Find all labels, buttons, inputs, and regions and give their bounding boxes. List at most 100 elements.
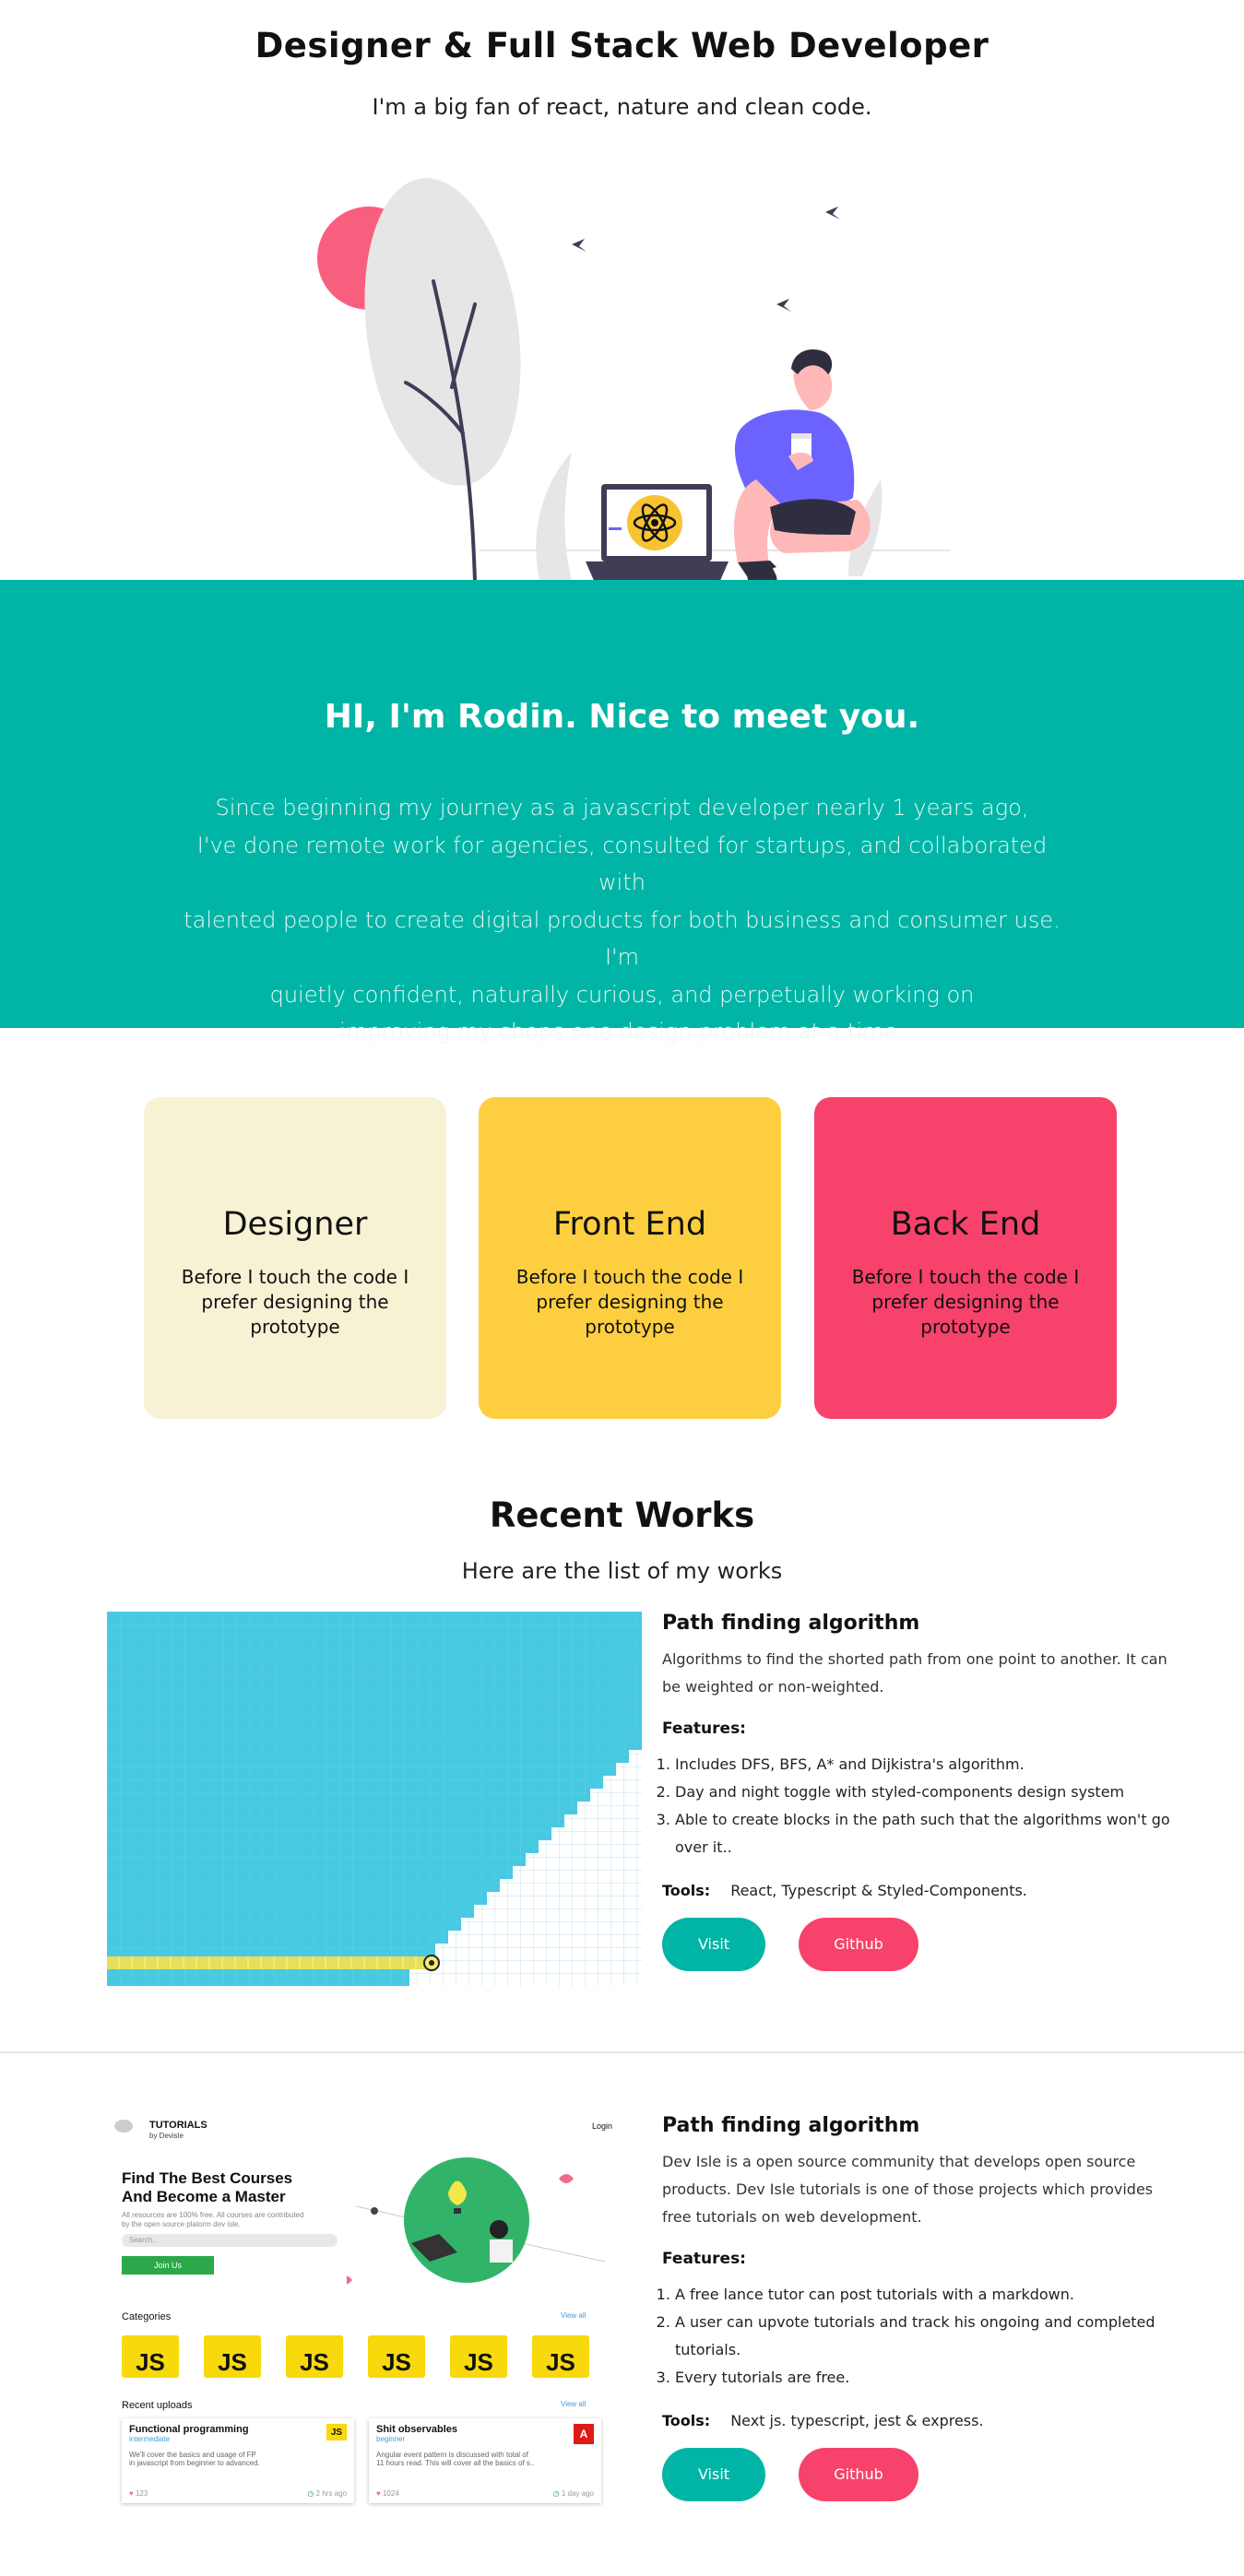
tut-likes-count: 1024 <box>382 2489 399 2498</box>
project-buttons: Visit Github <box>662 2448 1179 2501</box>
js-category-icon[interactable]: JS <box>122 2335 179 2378</box>
tools-value: React, Typescript & Styled-Components. <box>730 1882 1027 1899</box>
portfolio-page: Designer & Full Stack Web Developer I'm … <box>0 0 1244 2576</box>
heart-icon: ♥ <box>376 2489 383 2498</box>
tut-upload-card[interactable]: Shit observables beginner A Angular even… <box>369 2418 601 2503</box>
tools-label: Tools: <box>662 2412 711 2429</box>
tools-row: Tools: React, Typescript & Styled-Compone… <box>662 1882 1179 1899</box>
tut-card-level: intermediate <box>129 2435 171 2443</box>
tut-headline-line: And Become a Master <box>122 2188 286 2205</box>
skill-card-backend: Back End Before I touch the code I prefe… <box>814 1097 1117 1419</box>
skill-card-text: Before I touch the code I prefer designi… <box>515 1266 744 1338</box>
tut-blurb-line: All resources are 100% free. All courses… <box>122 2211 304 2219</box>
skill-card-frontend: Front End Before I touch the code I pref… <box>479 1097 781 1419</box>
tut-view-all[interactable]: View all <box>561 2311 586 2320</box>
works-subtitle: Here are the list of my works <box>461 1558 783 1584</box>
features-list: Includes DFS, BFS, A* and Dijkistra's al… <box>662 1751 1179 1861</box>
tut-brand: TUTORIALS <box>149 2120 207 2131</box>
skill-card-text: Before I touch the code I prefer designi… <box>851 1266 1080 1338</box>
hero-subtitle: I'm a big fan of react, nature and clean… <box>372 94 872 120</box>
features-label: Features: <box>662 2250 746 2268</box>
feature-item: Every tutorials are free. <box>675 2364 1179 2392</box>
tut-time: 1 day ago <box>561 2489 594 2498</box>
js-badge-icon: JS <box>326 2424 347 2440</box>
tut-card-level: beginner <box>376 2435 406 2443</box>
js-category-icon[interactable]: JS <box>450 2335 507 2378</box>
tut-likes-count: 123 <box>135 2489 148 2498</box>
logo-icon <box>114 2120 133 2133</box>
tut-card-text: 11 hours read. This will cover all the b… <box>376 2459 535 2467</box>
feature-item: Includes DFS, BFS, A* and Dijkistra's al… <box>675 1751 1179 1778</box>
intro-line: I've done remote work for agencies, cons… <box>196 832 1048 896</box>
tut-blurb: All resources are 100% free. All courses… <box>122 2211 303 2229</box>
heart-icon: ♥ <box>129 2489 136 2498</box>
section-divider <box>0 2051 1244 2053</box>
clock-icon: ◷ <box>552 2489 562 2498</box>
project-title: Path finding algorithm <box>662 2114 920 2137</box>
bird-icon <box>776 299 791 312</box>
bird-icon <box>572 239 586 252</box>
skills-section: Designer Before I touch the code I prefe… <box>144 1097 1121 1419</box>
skill-card-title: Front End <box>552 1206 707 1243</box>
project-description: Dev Isle is a open source community that… <box>662 2153 1154 2226</box>
feature-item: Day and night toggle with styled-compone… <box>675 1778 1179 1806</box>
tut-categories: Categories <box>122 2311 172 2322</box>
hero-title: Designer & Full Stack Web Developer <box>255 26 989 65</box>
tut-card-likes: ♥ 123 <box>129 2489 148 2498</box>
js-category-icon[interactable]: JS <box>204 2335 261 2378</box>
feature-item: A free lance tutor can post tutorials wi… <box>675 2281 1179 2309</box>
features-label: Features: <box>662 1719 746 1738</box>
project-info: Path finding algorithm Algorithms to fin… <box>662 1612 1179 1971</box>
feature-item: Able to create blocks in the path such t… <box>675 1806 1179 1861</box>
intro-section: HI, I'm Rodin. Nice to meet you. Since b… <box>0 580 1244 1045</box>
project-card: Path finding algorithm Algorithms to fin… <box>0 1612 1244 1990</box>
tut-card-text: We'll cover the basics and usage of FP <box>129 2451 256 2459</box>
grass-left <box>536 452 572 581</box>
visit-button[interactable]: Visit <box>662 2448 765 2501</box>
tools-value: Next js. typescript, jest & express. <box>730 2412 984 2429</box>
visit-button[interactable]: Visit <box>662 1918 765 1971</box>
tut-search-input[interactable]: Search... <box>122 2234 338 2247</box>
tut-card-text: Angular event pattern is discussed with … <box>376 2451 528 2459</box>
skill-card-text: Before I touch the code I prefer designi… <box>181 1266 409 1338</box>
js-category-icon[interactable]: JS <box>286 2335 343 2378</box>
tut-join-button[interactable]: Join Us <box>122 2256 214 2275</box>
tut-card-time: ◷ 1 day ago <box>553 2489 594 2498</box>
project-title: Path finding algorithm <box>662 1612 920 1635</box>
tut-upload-card[interactable]: Functional programming intermediate JS W… <box>122 2418 354 2503</box>
js-category-icon[interactable]: JS <box>532 2335 589 2378</box>
features-list: A free lance tutor can post tutorials wi… <box>662 2281 1179 2392</box>
project-buttons: Visit Github <box>662 1918 1179 1971</box>
tut-view-all[interactable]: View all <box>561 2400 586 2408</box>
tut-brand-sub: by Devisle <box>149 2132 184 2140</box>
tut-login[interactable]: Login <box>592 2121 612 2131</box>
project-description: Algorithms to find the shorted path from… <box>662 1650 1167 1696</box>
tools-row: Tools: Next js. typescript, jest & expres… <box>662 2412 1179 2429</box>
intro-line: Since beginning my journey as a javascri… <box>215 795 1029 821</box>
tut-recent: Recent uploads <box>122 2400 193 2411</box>
tut-headline: Find The Best Courses And Become a Maste… <box>122 2169 292 2206</box>
skill-card-designer: Designer Before I touch the code I prefe… <box>144 1097 446 1419</box>
skill-card-title: Back End <box>890 1206 1041 1243</box>
js-category-icon[interactable]: JS <box>368 2335 425 2378</box>
skill-card-title: Designer <box>222 1206 368 1243</box>
tut-card-time: ◷ 2 hrs ago <box>307 2489 347 2498</box>
github-button[interactable]: Github <box>799 2448 918 2501</box>
intro-line: improving my chops one design problem at… <box>339 1019 905 1045</box>
works-title: Recent Works <box>489 1495 755 1535</box>
bird-icon <box>825 207 840 219</box>
pathfinding-screenshot <box>107 1612 642 1986</box>
tools-label: Tools: <box>662 1882 711 1899</box>
intro-line: quietly confident, naturally curious, an… <box>269 981 975 1008</box>
project-card: TUTORIALS by Devisle Login Find The Best… <box>0 2114 1244 2520</box>
clock-icon: ◷ <box>307 2489 316 2498</box>
tut-headline-line: Find The Best Courses <box>122 2169 293 2187</box>
tut-blurb-line: by the open source platorm dev isle. <box>122 2220 241 2228</box>
intro-line: talented people to create digital produc… <box>184 906 1060 971</box>
github-button[interactable]: Github <box>799 1918 918 1971</box>
intro-heading: HI, I'm Rodin. Nice to meet you. <box>324 698 920 736</box>
intro-paragraph: Since beginning my journey as a javascri… <box>180 789 1065 1051</box>
tut-card-text: in javascript from beginner to advanced. <box>129 2459 260 2467</box>
tut-hero-art <box>347 2157 606 2285</box>
tut-card-title: Shit observables <box>376 2424 458 2435</box>
